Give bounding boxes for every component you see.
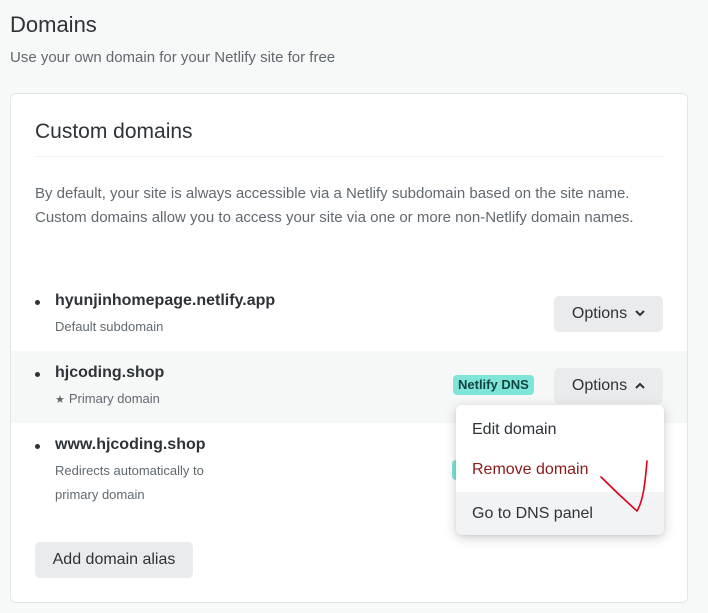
options-label: Options xyxy=(571,305,628,322)
domain-subtitle: primary domain xyxy=(55,487,145,502)
bullet xyxy=(35,372,40,377)
options-button[interactable]: Options xyxy=(554,296,663,332)
domain-subtitle: Default subdomain xyxy=(55,319,164,334)
chevron-up-icon xyxy=(635,380,645,392)
domain-name: www.hjcoding.shop xyxy=(55,436,206,453)
bullet xyxy=(35,444,40,449)
domain-row-default: hyunjinhomepage.netlify.app Default subd… xyxy=(11,279,687,351)
domain-subtitle: Redirects automatically to xyxy=(55,463,204,478)
chevron-down-icon xyxy=(635,308,645,320)
page-subtitle: Use your own domain for your Netlify sit… xyxy=(10,49,336,66)
checkmark-annotation-icon xyxy=(600,460,648,512)
card-description: By default, your site is always accessib… xyxy=(35,185,634,226)
options-button[interactable]: Options xyxy=(554,368,663,404)
domain-name: hjcoding.shop xyxy=(55,364,165,381)
menu-item-edit-domain[interactable]: Edit domain xyxy=(456,410,664,450)
options-label: Options xyxy=(571,377,628,394)
domain-subtitle: ★ Primary domain xyxy=(55,387,160,412)
divider xyxy=(35,156,663,157)
add-domain-alias-button[interactable]: Add domain alias xyxy=(35,542,193,578)
netlify-dns-badge: Netlify DNS xyxy=(453,375,534,395)
page-title: Domains xyxy=(10,12,97,37)
domain-name: hyunjinhomepage.netlify.app xyxy=(55,292,276,309)
star-icon: ★ xyxy=(55,394,65,406)
primary-domain-label: Primary domain xyxy=(68,391,160,406)
bullet xyxy=(35,300,40,305)
card-title: Custom domains xyxy=(35,120,193,143)
